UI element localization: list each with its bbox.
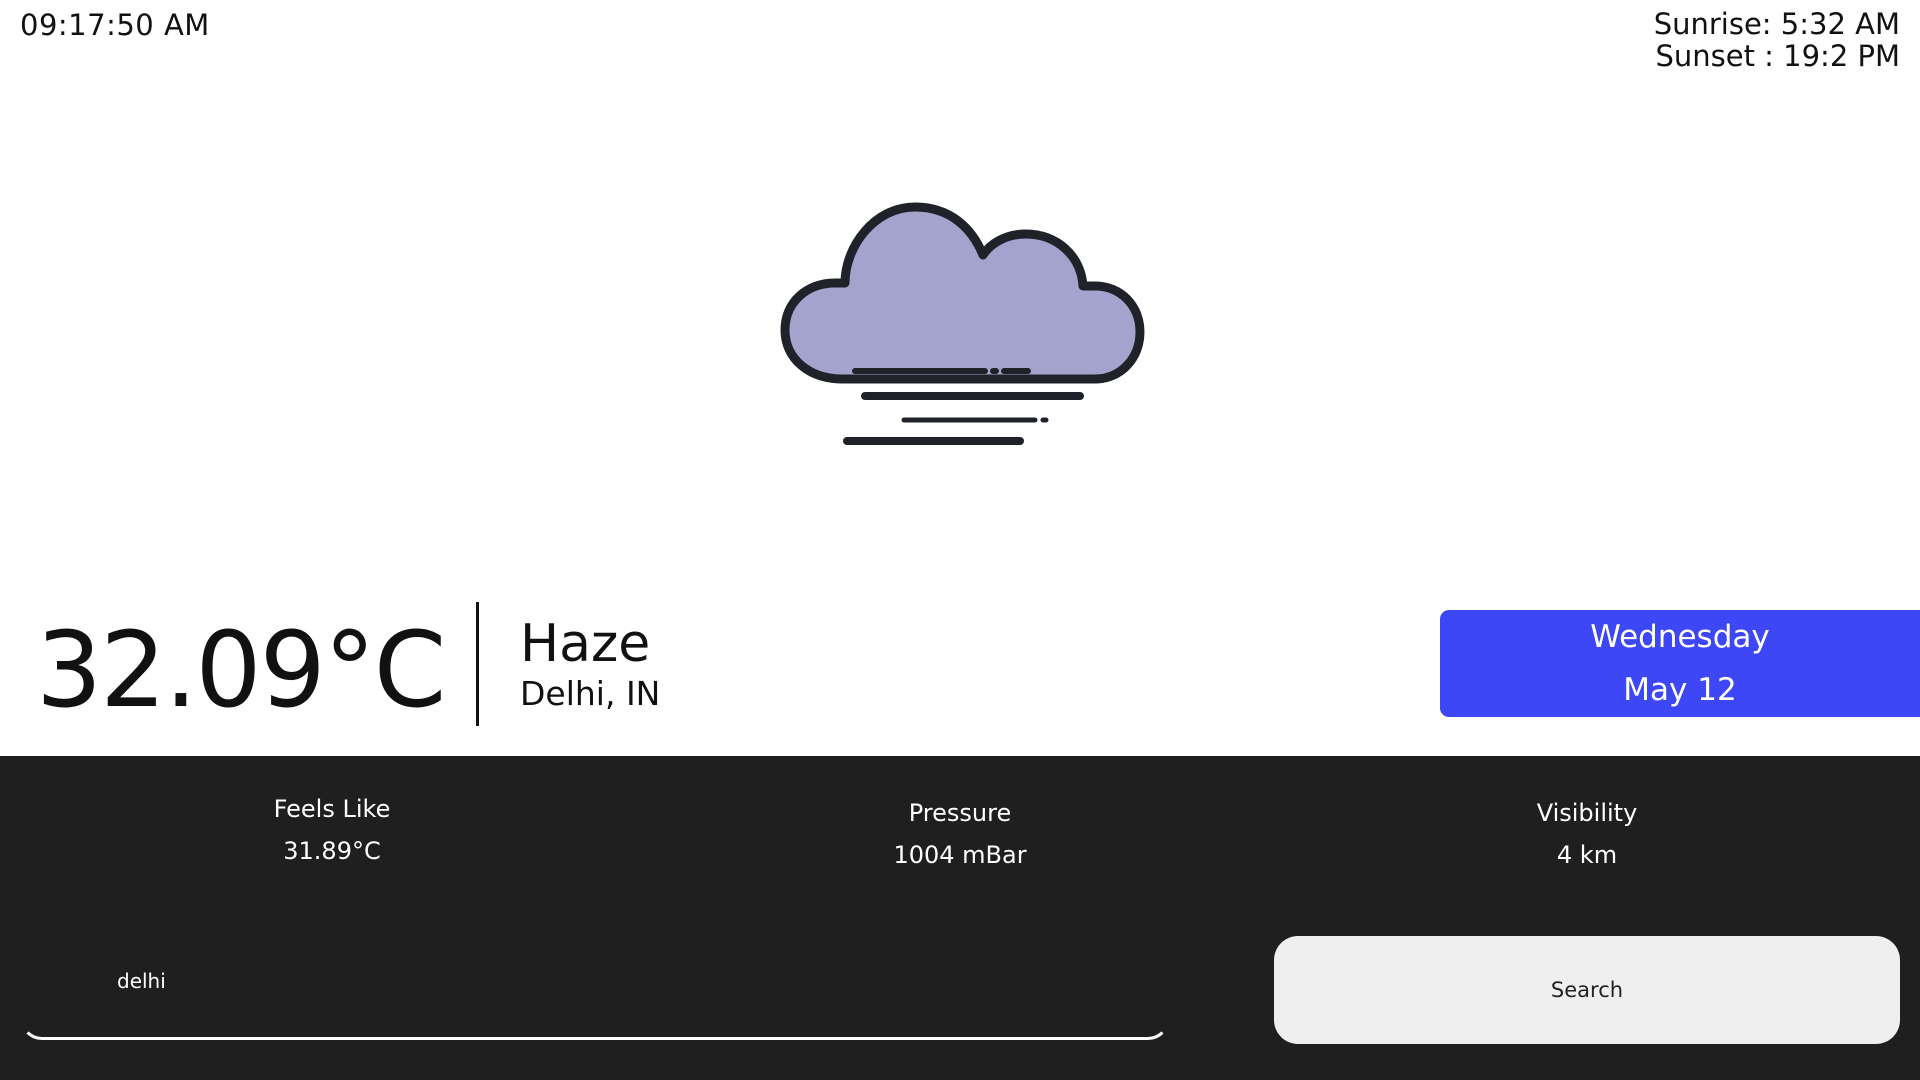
divider [476,602,479,726]
date-text: May 12 [1623,672,1737,708]
stat-label: Feels Like [273,795,391,823]
details-panel: Feels Like 31.89°C Pressure 1004 mBar Vi… [0,756,1920,1080]
current-temperature: 32.09°C [36,609,446,731]
weather-app: 09:17:50 AM Sunrise: 5:32 AM Sunset : 19… [0,0,1920,1080]
current-time: 09:17:50 AM [20,8,210,42]
sun-times: Sunrise: 5:32 AM Sunset : 19:2 PM [1654,8,1900,72]
condition-block: Haze Delhi, IN [520,612,660,712]
search-field[interactable] [20,940,1170,1040]
stat-pressure: Pressure 1004 mBar [760,798,1160,870]
weekday-text: Wednesday [1590,619,1770,655]
stat-label: Visibility [1536,799,1638,827]
stat-feels-like: Feels Like 31.89°C [132,794,532,866]
condition-text: Haze [520,614,651,674]
stat-visibility: Visibility 4 km [1387,798,1787,870]
sunset-time: Sunset : 19:2 PM [1655,39,1900,73]
stat-value: 4 km [1556,841,1618,869]
haze-cloud-icon [780,202,1145,445]
stat-value: 31.89°C [283,837,381,865]
date-card: Wednesday May 12 [1440,610,1920,717]
cloud-shape [780,202,1145,384]
search-input[interactable] [115,968,1019,994]
search-button[interactable]: Search [1274,936,1900,1044]
stat-label: Pressure [908,799,1012,827]
location-text: Delhi, IN [520,674,661,713]
stat-value: 1004 mBar [893,841,1027,869]
sunrise-time: Sunrise: 5:32 AM [1653,7,1900,41]
